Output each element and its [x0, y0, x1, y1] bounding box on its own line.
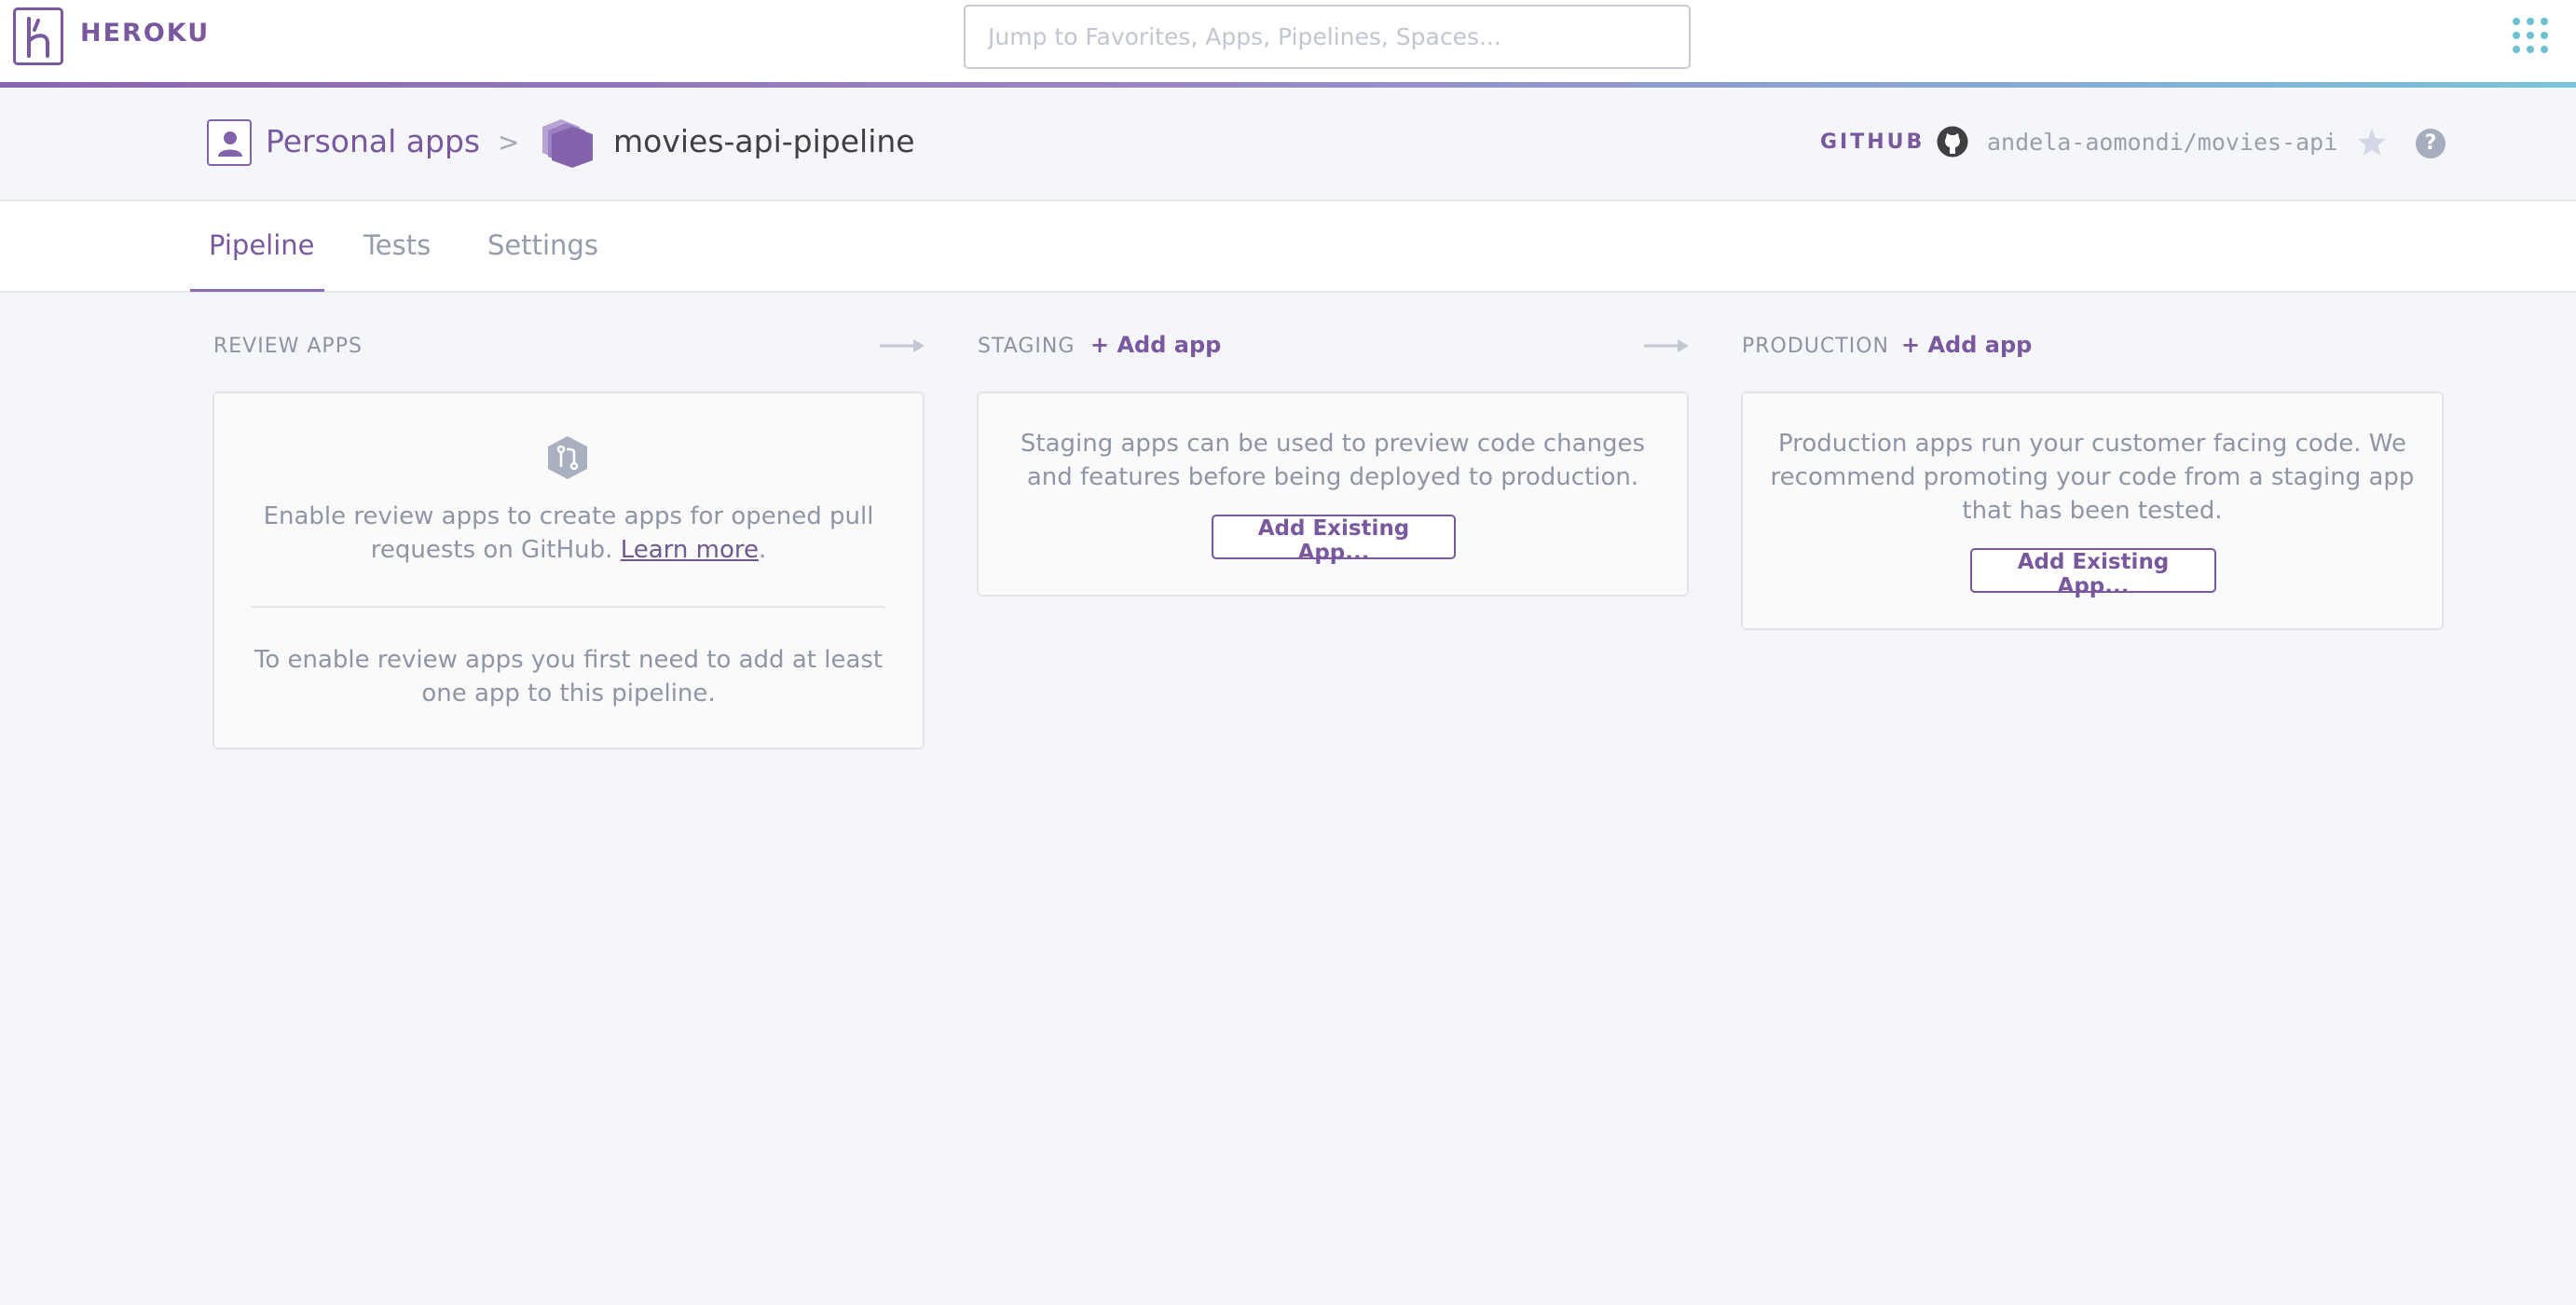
review-apps-label: REVIEW APPS: [213, 335, 363, 358]
person-icon: [207, 119, 252, 166]
breadcrumb-chevron-icon: >: [498, 127, 520, 158]
production-card: Production apps run your customer facing…: [1741, 392, 2444, 630]
pipeline-icon: [542, 119, 593, 168]
tab-pipeline[interactable]: Pipeline: [209, 229, 315, 261]
production-label: PRODUCTION: [1742, 335, 1889, 358]
help-icon[interactable]: ?: [2416, 129, 2446, 158]
staging-label: STAGING: [978, 335, 1076, 358]
arrow-right-icon: [1644, 339, 1689, 352]
pipeline-title: movies-api-pipeline: [613, 123, 915, 159]
apps-grid-icon[interactable]: [2513, 18, 2548, 53]
favorite-star-icon[interactable]: [2356, 127, 2388, 158]
staging-description: Staging apps can be used to preview code…: [1020, 430, 1646, 491]
staging-card: Staging apps can be used to preview code…: [977, 392, 1689, 597]
review-apps-card: Enable review apps to create apps for op…: [212, 392, 925, 749]
learn-more-link[interactable]: Learn more: [621, 536, 759, 564]
review-apps-description: Enable review apps to create apps for op…: [233, 500, 904, 567]
review-apps-text-end: .: [758, 536, 767, 564]
production-add-existing-app-button[interactable]: Add Existing App...: [1970, 548, 2216, 598]
breadcrumb-personal-apps[interactable]: Personal apps: [266, 123, 480, 159]
production-description: Production apps run your customer facing…: [1770, 430, 2415, 525]
review-apps-text: Enable review apps to create apps for op…: [263, 502, 874, 564]
staging-add-app-link[interactable]: + Add app: [1090, 332, 1221, 358]
pipeline-header: Personal apps > movies-api-pipeline GITH…: [0, 88, 2576, 201]
heroku-logo[interactable]: [13, 7, 63, 65]
brand-name: HEROKU: [80, 19, 211, 48]
production-add-app-link[interactable]: + Add app: [1901, 332, 2032, 358]
search-input[interactable]: [964, 5, 1691, 69]
tab-bar: Pipeline Tests Settings: [0, 201, 2576, 293]
github-repo-link[interactable]: andela-aomondi/movies-api: [1987, 129, 2337, 156]
pull-request-icon: [548, 436, 587, 479]
staging-add-existing-app-button[interactable]: Add Existing App...: [1212, 515, 1456, 565]
review-apps-note: To enable review apps you first need to …: [253, 646, 884, 707]
heroku-logo-icon: [27, 17, 49, 58]
arrow-right-icon: [880, 339, 925, 352]
tab-settings[interactable]: Settings: [487, 229, 598, 261]
tab-tests[interactable]: Tests: [363, 229, 431, 261]
github-label: GITHUB: [1820, 130, 1925, 154]
card-divider: [252, 606, 885, 608]
github-icon: [1937, 126, 1968, 158]
active-tab-indicator: [190, 289, 324, 292]
top-navbar: HEROKU: [0, 0, 2576, 82]
